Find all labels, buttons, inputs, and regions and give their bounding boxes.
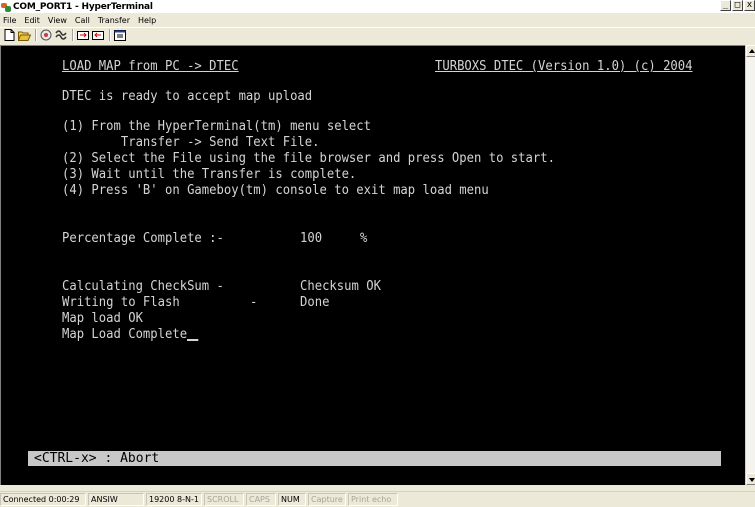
progress-label: Percentage Complete :- (62, 231, 224, 246)
map-load-complete-text: Map Load Complete (62, 327, 188, 342)
status-emulation: ANSIW (88, 493, 144, 506)
new-icon[interactable] (2, 29, 16, 42)
arrow-down-icon (749, 478, 755, 482)
scroll-track[interactable] (746, 57, 755, 473)
toolbar-separator (69, 29, 76, 42)
menu-call[interactable]: Call (75, 16, 90, 25)
flash-dash: - (250, 295, 258, 310)
checksum-value: Checksum OK (300, 279, 381, 294)
status-bar: Connected 0:00:29 ANSIW 19200 8-N-1 SCRO… (0, 491, 755, 507)
menu-view[interactable]: View (48, 16, 67, 25)
close-button[interactable]: x (744, 0, 755, 11)
map-load-complete: Map Load Complete (62, 327, 199, 342)
status-port-settings: 19200 8-N-1 (146, 493, 202, 506)
map-load-ok: Map load OK (62, 311, 143, 326)
connect-icon[interactable] (39, 29, 53, 42)
progress-value: 100 (300, 231, 323, 246)
hyperterminal-app-icon[interactable] (1, 2, 11, 12)
flash-label: Writing to Flash (62, 295, 180, 310)
menu-help[interactable]: Help (138, 16, 156, 25)
status-num: NUM (278, 493, 306, 506)
abort-hint: <CTRL-x> : Abort (34, 451, 160, 466)
arrow-up-icon (749, 49, 755, 53)
instruction-line: Transfer -> Send Text File. (62, 135, 320, 150)
checksum-label: Calculating CheckSum - (62, 279, 224, 294)
terminal-screen[interactable] (0, 45, 745, 485)
receive-icon[interactable] (91, 29, 105, 42)
toolbar (0, 27, 755, 42)
scroll-up-button[interactable] (746, 45, 755, 57)
status-scroll: SCROLL (204, 493, 244, 506)
menu-edit[interactable]: Edit (24, 16, 40, 25)
status-connected: Connected 0:00:29 (0, 493, 86, 506)
flash-value: Done (300, 295, 330, 310)
toolbar-separator (106, 29, 113, 42)
terminal-header-right: TURBOXS DTEC (Version 1.0) (c) 2004 (435, 59, 693, 74)
ready-message: DTEC is ready to accept map upload (62, 89, 313, 104)
instruction-line: (4) Press 'B' on Gameboy(tm) console to … (62, 183, 489, 198)
scroll-down-button[interactable] (746, 473, 755, 485)
terminal-header-left: LOAD MAP from PC -> DTEC (62, 59, 239, 74)
maximize-button[interactable]: □ (732, 0, 743, 11)
vertical-scrollbar[interactable] (745, 45, 755, 485)
progress-unit: % (360, 231, 368, 246)
window-title: COM_PORT1 - HyperTerminal (13, 1, 153, 12)
text-cursor (187, 329, 199, 341)
toolbar-separator (32, 29, 39, 42)
instruction-line: (3) Wait until the Transfer is complete. (62, 167, 357, 182)
menu-bar: File Edit View Call Transfer Help (0, 14, 755, 26)
properties-icon[interactable] (113, 29, 127, 42)
instruction-line: (1) From the HyperTerminal(tm) menu sele… (62, 119, 372, 134)
minimize-button[interactable]: _ (720, 0, 731, 11)
title-bar: COM_PORT1 - HyperTerminal _ □ x (0, 0, 755, 13)
menu-transfer[interactable]: Transfer (98, 16, 130, 25)
disconnect-icon[interactable] (54, 29, 68, 42)
menu-file[interactable]: File (3, 16, 16, 25)
open-icon[interactable] (17, 29, 31, 42)
status-capture: Capture (308, 493, 346, 506)
status-caps: CAPS (246, 493, 276, 506)
status-print-echo: Print echo (348, 493, 398, 506)
instruction-line: (2) Select the File using the file brows… (62, 151, 555, 166)
send-icon[interactable] (76, 29, 90, 42)
